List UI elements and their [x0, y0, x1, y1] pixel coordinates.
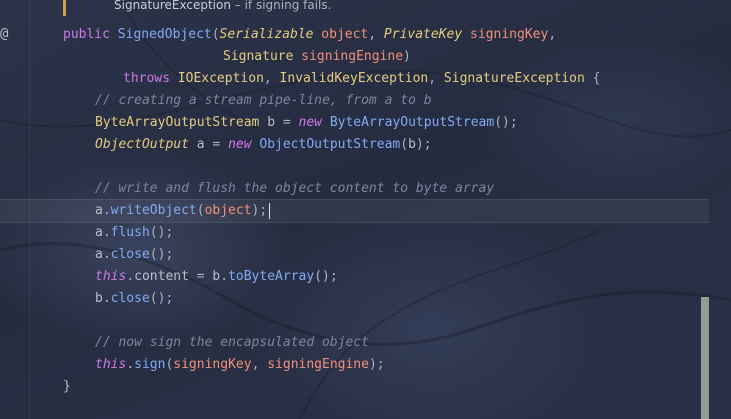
code-editor[interactable]: @ SignatureException – if signing fails.…	[0, 0, 731, 419]
punctuation: ,	[428, 71, 437, 86]
argument: signingKey	[173, 357, 252, 372]
operator: =	[212, 137, 221, 152]
argument: signingEngine	[267, 357, 369, 372]
field: content	[134, 269, 189, 284]
code-line: this.sign(signingKey, signingEngine);	[95, 354, 385, 376]
punctuation: ,	[251, 357, 260, 372]
method-name: SignedObject	[117, 27, 212, 42]
punctuation: .	[126, 357, 135, 372]
code-comment: // creating a stream pipe-line, from a t…	[95, 93, 432, 108]
code-line: public SignedObject(Serializable object,…	[63, 24, 556, 46]
code-line: a.writeObject(object);	[95, 200, 267, 222]
exception-type: InvalidKeyException	[279, 71, 429, 86]
operator: =	[196, 269, 205, 284]
punctuation: ();	[314, 269, 338, 284]
param-name: signingEngine	[301, 49, 404, 64]
code-line: ObjectOutput a = new ObjectOutputStream(…	[95, 134, 432, 156]
param-name: signingKey	[470, 27, 549, 42]
punctuation: );	[251, 203, 268, 218]
punctuation: ();	[149, 247, 174, 262]
code-line: this.content = b.toByteArray();	[95, 266, 338, 288]
method-call: toByteArray	[228, 269, 315, 284]
code-line: a.flush();	[95, 222, 173, 244]
code-comment: // now sign the encapsulated object	[95, 335, 369, 350]
type-name: ObjectOutput	[95, 137, 189, 152]
param-type: Signature	[223, 49, 294, 64]
code-line: Signature signingEngine)	[223, 46, 411, 68]
method-call: flush	[110, 225, 150, 240]
punctuation: (	[211, 27, 220, 42]
punctuation: .	[102, 225, 111, 240]
argument: b	[408, 137, 416, 152]
punctuation: {	[592, 71, 601, 86]
punctuation: (	[400, 137, 409, 152]
text-cursor	[269, 203, 270, 219]
variable: a	[95, 247, 103, 262]
variable: b	[267, 115, 276, 130]
keyword: throws	[123, 71, 170, 86]
code-line: ByteArrayOutputStream b = new ByteArrayO…	[95, 112, 518, 134]
param-type: Serializable	[219, 27, 314, 42]
doc-comment-line: SignatureException – if signing fails.	[114, 0, 331, 13]
punctuation: (	[196, 203, 205, 218]
punctuation: .	[126, 269, 135, 284]
class-name: ByteArrayOutputStream	[329, 115, 495, 130]
variable: a	[196, 137, 205, 152]
vertical-scrollbar-thumb[interactable]	[701, 297, 709, 419]
code-line: a.close();	[95, 244, 173, 266]
param-name: object	[321, 27, 369, 42]
method-call: close	[110, 247, 150, 262]
operator: =	[282, 115, 291, 130]
code-comment: // write and flush the object content to…	[95, 181, 495, 196]
punctuation: );	[368, 357, 385, 372]
override-annotation-icon[interactable]: @	[0, 24, 14, 44]
exception-type: SignatureException	[443, 71, 585, 86]
method-call: writeObject	[110, 203, 197, 218]
punctuation: ,	[548, 27, 557, 42]
keyword: public	[63, 27, 110, 42]
punctuation: ,	[368, 27, 377, 42]
method-call: sign	[134, 357, 166, 372]
method-call: close	[110, 291, 150, 306]
type-name: ByteArrayOutputStream	[95, 115, 260, 130]
exception-type: IOException	[177, 71, 264, 86]
param-type: PrivateKey	[383, 27, 463, 42]
variable: b	[95, 291, 103, 306]
keyword: new	[298, 115, 322, 130]
punctuation: )	[403, 49, 411, 64]
closing-brace: }	[63, 379, 71, 394]
variable: a	[95, 203, 103, 218]
punctuation: );	[415, 137, 432, 152]
keyword: new	[228, 137, 252, 152]
punctuation: .	[220, 269, 229, 284]
argument: object	[204, 203, 252, 218]
keyword: this	[95, 269, 127, 284]
doc-comment-bar	[63, 0, 66, 16]
variable: a	[95, 225, 103, 240]
doc-exception-text: – if signing fails.	[230, 0, 332, 12]
punctuation: .	[102, 291, 111, 306]
punctuation: ,	[263, 71, 272, 86]
keyword: this	[95, 357, 127, 372]
punctuation: ();	[149, 291, 174, 306]
punctuation: .	[102, 203, 111, 218]
class-name: ObjectOutputStream	[259, 137, 401, 152]
punctuation: ();	[494, 115, 518, 130]
punctuation: ();	[149, 225, 174, 240]
code-line: throws IOException, InvalidKeyException,…	[123, 68, 600, 90]
punctuation: .	[102, 247, 111, 262]
code-line: b.close();	[95, 288, 173, 310]
doc-exception-name: SignatureException	[114, 0, 231, 12]
